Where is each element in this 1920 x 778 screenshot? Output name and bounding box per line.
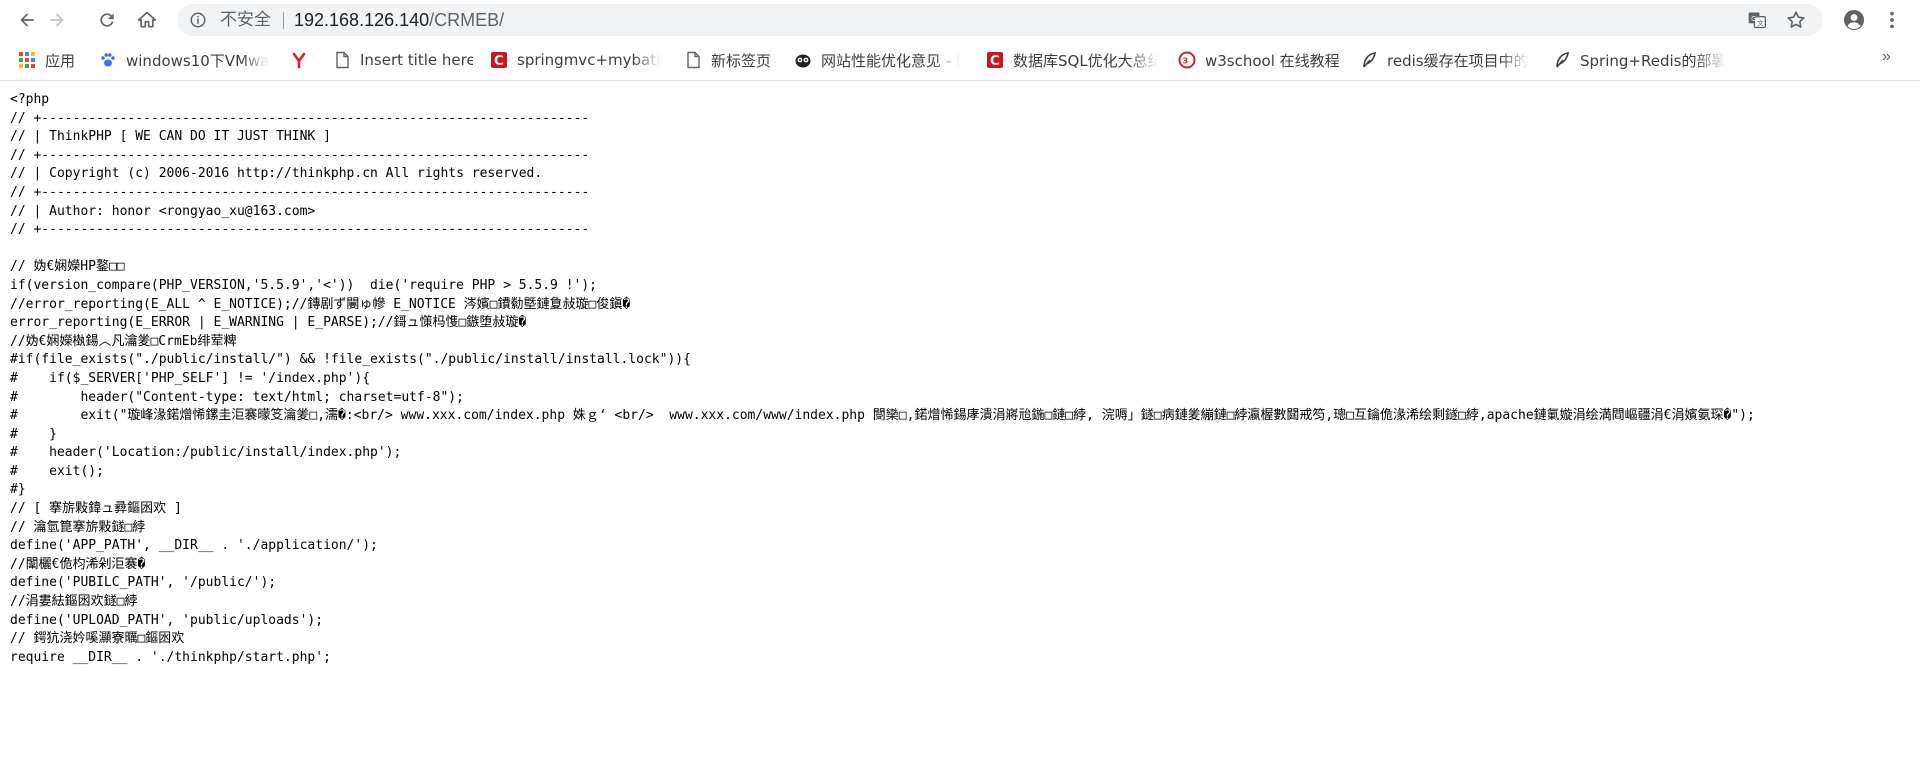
browser-toolbar: 不安全 192.168.126.140/CRMEB/ G 文 [0,0,1920,40]
svg-text:C: C [990,54,1000,69]
more-vert-icon [1890,11,1894,29]
page-icon [333,51,351,69]
code-line: define('APP_PATH', __DIR__ . './applicat… [10,538,378,554]
bookmark-label: 网站性能优化意见 - f [821,51,962,70]
code-line: # exit("璇峰湪鍩熷悕鏍圭洰褰曚笅瀹夎□,濡�:<br/> www.xxx… [10,408,1755,424]
code-line: // +------------------------------------… [10,222,590,238]
bookmark-redis-cache[interactable]: redis缓存在项目中的 [1360,48,1532,72]
bookmark-apps[interactable]: 应用 [18,48,88,72]
bookmark-new-tab[interactable]: 新标签页 [684,48,784,72]
svg-text:文: 文 [1757,18,1764,27]
bookmark-label: windows10下VMwa [126,51,269,70]
code-line: define('PUBILC_PATH', '/public/'); [10,575,277,591]
bookmark-y[interactable] [290,48,312,72]
bookmark-springmvc[interactable]: C springmvc+mybatis [490,48,662,72]
home-icon [137,11,157,28]
code-line: #if(file_exists("./public/install/") && … [10,352,691,368]
bookmarks-overflow-chevron-icon[interactable]: » [1882,48,1891,66]
code-line: if(version_compare(PHP_VERSION,'5.5.9','… [10,277,597,293]
bookmark-label: 新标签页 [711,51,772,70]
y-logo-icon [290,51,308,69]
url-path: /CRMEB/ [429,10,505,30]
svg-text:C: C [494,54,504,69]
page-icon [684,51,702,69]
bookmark-label: 数据库SQL优化大总结 [1013,51,1158,70]
bookmark-label: w3school 在线教程 [1205,51,1340,70]
back-button[interactable] [13,6,41,34]
code-line: // +------------------------------------… [10,147,590,163]
code-line: # if($_SERVER['PHP_SELF'] != '/index.php… [10,370,371,386]
code-line: //妫€娴嬫槸鍚︿凡瀹夎□CrmEb绯荤粺 [10,333,237,349]
bookmark-label: Spring+Redis的部署 [1580,51,1725,70]
code-line: //涓婁紶鏂囦欢鐩□綍 [10,594,138,610]
code-line: error_reporting(E_ERROR | E_WARNING | E_… [10,315,527,331]
code-line: // | Author: honor <rongyao_xu@163.com> [10,203,316,219]
code-line: //error_reporting(E_ALL ^ E_NOTICE);//鏄剧… [10,296,631,312]
code-line: # exit(); [10,463,104,479]
browser-menu-button[interactable] [1878,6,1906,34]
paw-icon [99,51,117,69]
code-line: #} [10,482,26,498]
info-icon[interactable] [189,11,207,29]
account-icon [1844,10,1864,30]
code-line: // 鍔犺浇妗嗘灦寮曞□鏂囦欢 [10,631,185,647]
bookmark-star-icon[interactable] [1785,9,1807,31]
address-separator [283,12,284,29]
insecure-label: 不安全 [220,10,271,30]
code-line: // 妫€娴嬫HP鐜□□ [10,259,125,275]
profile-button[interactable] [1840,6,1868,34]
arrow-left-icon [20,13,34,27]
address-bar[interactable]: 不安全 192.168.126.140/CRMEB/ G 文 [177,4,1823,36]
code-line: // | Copyright (c) 2006-2016 http://thin… [10,166,543,182]
w3school-icon: 3 [1178,51,1196,69]
url-host: 192.168.126.140 [294,10,430,30]
code-line: // +------------------------------------… [10,184,590,200]
code-line: // | ThinkPHP [ WE CAN DO IT JUST THINK … [10,129,331,145]
owl-icon [794,51,812,69]
csdn-icon: C [490,51,508,69]
bookmark-label: 应用 [45,51,76,70]
home-button[interactable] [133,6,161,34]
translate-icon[interactable]: G 文 [1747,10,1767,30]
php-source-text: <?php // +-------------------------------… [10,91,1910,667]
bookmark-label: springmvc+mybatis [517,51,662,69]
code-line: <?php [10,92,50,107]
code-line: # header('Location:/public/install/index… [10,445,402,461]
bookmark-sql[interactable]: C 数据库SQL优化大总结 [986,48,1158,72]
code-line: //闈欐€佹枃浠剁洰褰� [10,556,146,572]
forward-button[interactable] [43,6,71,34]
feather-icon [1553,51,1571,69]
code-line: // 瀹氫箟搴旂敤鐩□綍 [10,519,146,535]
code-line: // [ 搴旂敤鍏ュ彛鏂囦欢 ] [10,501,182,517]
code-line: # } [10,426,57,442]
url-text[interactable]: 192.168.126.140/CRMEB/ [294,10,504,30]
csdn-icon: C [986,51,1004,69]
bookmarks-bar: 应用 windows10下VMwa Insert title here C sp… [0,40,1920,81]
code-line: define('UPLOAD_PATH', 'public/uploads'); [10,612,324,628]
svg-text:G: G [1751,15,1756,23]
code-line: require __DIR__ . './thinkphp/start.php'… [10,649,331,665]
svg-text:3: 3 [1183,57,1189,66]
bookmark-vmware[interactable]: windows10下VMwa [99,48,269,72]
bookmark-insert-title[interactable]: Insert title here [333,48,473,72]
bookmark-label: Insert title here [360,51,473,69]
bookmark-perf[interactable]: 网站性能优化意见 - f [794,48,966,72]
code-line: // +------------------------------------… [10,110,590,126]
bookmark-spring-redis[interactable]: Spring+Redis的部署 [1553,48,1725,72]
code-line: # header("Content-type: text/html; chars… [10,389,464,405]
apps-grid-icon [18,51,36,69]
reload-icon [100,13,114,27]
bookmark-label: redis缓存在项目中的 [1387,51,1529,70]
bookmark-w3school[interactable]: 3 w3school 在线教程 [1178,48,1343,72]
feather-icon [1360,51,1378,69]
arrow-right-icon [50,13,64,27]
reload-button[interactable] [93,6,121,34]
